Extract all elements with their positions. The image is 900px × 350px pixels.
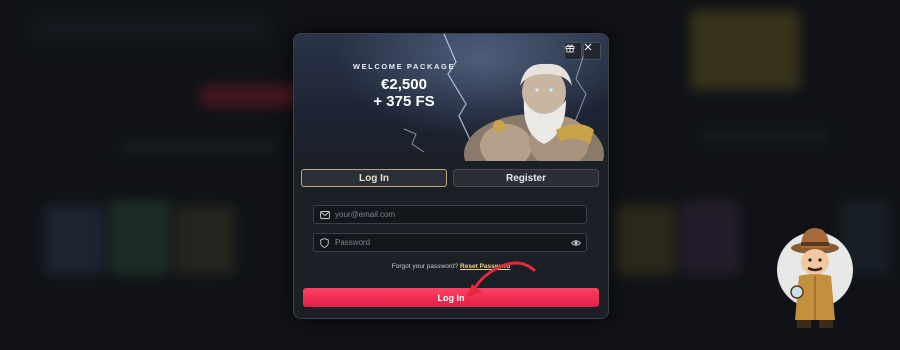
bonus-amount: €2,500 + 375 FS [344, 76, 464, 110]
email-input[interactable] [335, 210, 535, 219]
mail-icon [319, 209, 330, 220]
welcome-package-label: WELCOME PACKAGE [352, 62, 456, 71]
close-icon [584, 43, 592, 51]
login-submit-button[interactable]: Log In [303, 288, 599, 307]
tab-register[interactable]: Register [453, 169, 599, 187]
show-password-icon[interactable] [571, 238, 581, 248]
annotation-arrow [466, 261, 536, 298]
promo-banner: WELCOME PACKAGE €2,500 + 375 FS [294, 34, 608, 161]
shield-icon [319, 237, 330, 248]
email-field[interactable] [313, 205, 587, 224]
gift-button[interactable] [564, 42, 582, 60]
login-modal: WELCOME PACKAGE €2,500 + 375 FS Log In R… [293, 33, 609, 319]
gift-icon [565, 44, 575, 53]
password-input[interactable] [335, 238, 535, 247]
detective-mascot [777, 228, 853, 328]
forgot-password-text: Forgot your password? [391, 263, 459, 270]
bonus-cash: €2,500 [381, 76, 427, 93]
password-field[interactable] [313, 233, 587, 252]
tab-login[interactable]: Log In [301, 169, 447, 187]
bonus-free-spins: + 375 FS [373, 93, 435, 110]
forgot-password-row: Forgot your password? Reset Password [294, 263, 608, 270]
close-button[interactable] [583, 42, 601, 60]
